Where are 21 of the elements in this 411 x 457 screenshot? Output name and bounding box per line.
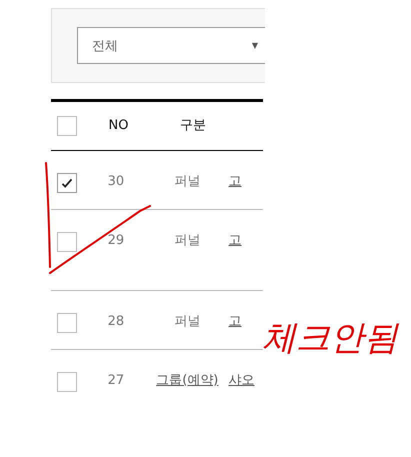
number-cell-text: 28 [108,313,124,331]
checkbox[interactable] [57,173,77,193]
checkbox[interactable] [57,116,77,136]
title-link[interactable]: 고 [228,173,242,209]
column-header: NO [108,117,128,135]
type-link[interactable]: 그룹(예약) [156,372,218,408]
checkbox[interactable] [57,313,77,333]
title-link[interactable]: 샤오 [228,372,255,408]
title-link[interactable]: 고 [228,313,242,349]
column-header: 구분 [180,117,206,135]
type-cell-text: 퍼널 [174,313,200,331]
type-cell-text: 퍼널 [174,232,200,250]
checkbox[interactable] [57,232,77,252]
number-cell-text: 27 [108,372,124,390]
number-cell-text: 30 [108,173,124,191]
handwritten-note: 체크안됨 [262,317,400,360]
number-cell-text: 29 [108,232,124,250]
checkbox[interactable] [57,372,77,392]
category-select[interactable]: 전체 ▼ [77,27,265,64]
type-cell-text: 퍼널 [174,173,200,191]
title-link[interactable]: 고 [228,232,242,290]
